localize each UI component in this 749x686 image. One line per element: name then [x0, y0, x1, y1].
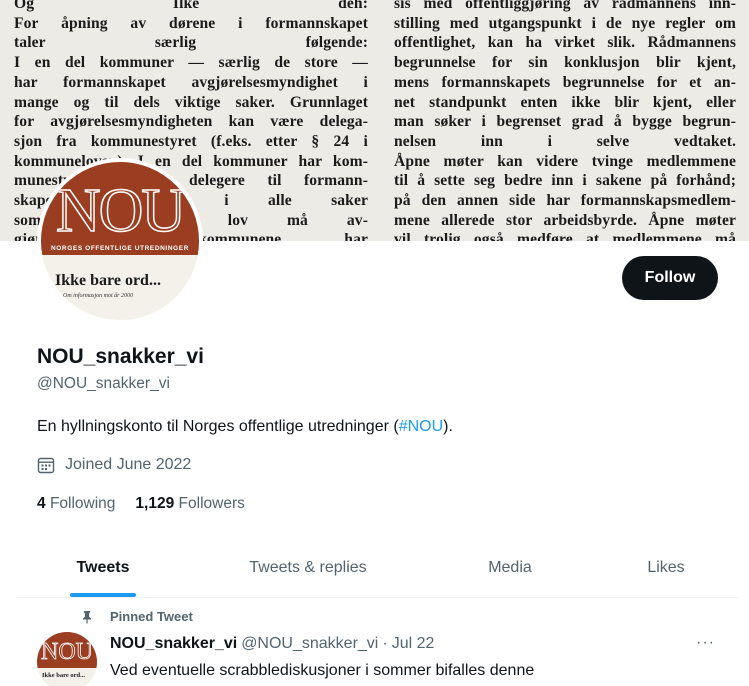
banner-left-line: taler særlig følgende:: [14, 34, 368, 52]
bio-hashtag-link[interactable]: #NOU: [399, 418, 443, 435]
tab-media[interactable]: Media: [427, 538, 593, 597]
following-label: Following: [49, 495, 116, 512]
banner-left-line: Og Ilke deh:: [14, 0, 368, 12]
tab-likes[interactable]: Likes: [593, 538, 739, 597]
profile-tabs: Tweets Tweets & replies Media Likes: [17, 538, 739, 598]
joined-date: Joined June 2022: [37, 456, 191, 474]
banner-left-line: for avgjørelsesmyndigheten kan være dele…: [14, 113, 368, 131]
tweet-author-handle[interactable]: @NOU_snakker_vi: [241, 635, 378, 653]
banner-right-line: stilling med utgangspunkt i de nye regle…: [394, 14, 736, 32]
pinned-tweet-label: Pinned Tweet: [80, 609, 193, 624]
tweet-separator: ·: [382, 635, 388, 652]
tab-tweets-and-replies[interactable]: Tweets & replies: [189, 538, 427, 597]
followers-count: 1,129: [135, 495, 175, 512]
banner-right-line: på den annen side har formannskapsmedlem…: [394, 192, 736, 210]
avatar-small-text: Om informasjon mot år 2000: [63, 293, 134, 299]
avatar-logo-subtitle: NORGES OFFENTLIGE UTREDNINGER: [50, 245, 189, 252]
avatar-motto: Ikke bare ord...: [55, 272, 161, 289]
tab-label: Media: [488, 558, 532, 576]
pinned-tweet-text: Pinned Tweet: [110, 609, 193, 624]
banner-left-line: mange og til dels viktige saker. Grunnla…: [14, 93, 368, 111]
banner-left-line: har formannskapet avgjørelsesmyndighet i: [14, 73, 368, 91]
joined-text: Joined June 2022: [65, 456, 192, 473]
banner-left-line: I en del kommuner — særlig de store —: [14, 54, 368, 72]
tweet-avatar-motto: Ikke bare ord...: [42, 672, 86, 679]
calendar-icon: [37, 457, 55, 474]
active-tab-indicator: [70, 593, 136, 597]
banner-right-line: til å sette seg bedre inn i sakene på fo…: [394, 172, 736, 190]
following-link[interactable]: 4 Following: [37, 495, 115, 513]
tweet-avatar[interactable]: NOU Ikke bare ord...: [37, 632, 97, 686]
banner-right-line: nelsen inn i selve vedtaket.: [394, 132, 736, 150]
profile-avatar[interactable]: NOU NORGES OFFENTLIGE UTREDNINGER Ikke b…: [37, 158, 203, 324]
avatar-logo-text: NOU: [55, 177, 187, 245]
tweet-text: Ved eventuelle scrabblediskusjoner i som…: [110, 662, 535, 679]
more-icon[interactable]: ···: [696, 634, 715, 652]
tweet-avatar-logo: NOU: [41, 639, 94, 666]
pin-icon: [83, 610, 91, 623]
banner-left-line: sjon fra kommunestyret (f.eks. etter § 2…: [14, 132, 368, 150]
follow-counts: 4 Following 1,129 Followers: [37, 495, 265, 513]
follow-button[interactable]: Follow: [622, 256, 718, 300]
banner-text-right: sis med offentliggjøring av rådmannens i…: [394, 0, 736, 241]
tab-tweets[interactable]: Tweets: [17, 538, 189, 597]
banner-left-line: For åpning av dørene i formannskapet: [14, 14, 368, 32]
bio-text-prefix: En hyllningskonto til Norges offentlige …: [37, 418, 399, 435]
bio-text-suffix: ).: [443, 418, 453, 435]
profile-handle: @NOU_snakker_vi: [37, 375, 170, 392]
display-name: NOU_snakker_vi: [37, 345, 204, 368]
banner-right-line: sis med offentliggjøring av rådmannens i…: [394, 0, 736, 12]
banner-right-line: Åpne møter kan videre tvinge medlemmene: [394, 152, 736, 170]
following-count: 4: [37, 495, 46, 512]
tab-label: Tweets & replies: [249, 558, 367, 576]
banner-right-line: offentlighet, kan ha virket slik. Rådman…: [394, 34, 736, 52]
tab-label: Likes: [647, 558, 685, 576]
banner-right-line: begrunnelse for sin konklusjon blir kjen…: [394, 54, 736, 72]
tweet-date[interactable]: Jul 22: [392, 635, 435, 653]
banner-right-line: mens formannskapets begrunnelse for et a…: [394, 73, 736, 91]
banner-right-line: vil trolig også medføre at medlemmene må: [394, 231, 736, 241]
banner-right-line: man søker i begrenset grad å bygge begru…: [394, 113, 736, 131]
banner-right-line: net standpunkt enten ikke blir kjent, el…: [394, 93, 736, 111]
followers-link[interactable]: 1,129 Followers: [135, 495, 244, 513]
tweet-author-name[interactable]: NOU_snakker_vi: [110, 635, 237, 653]
followers-label: Followers: [178, 495, 245, 512]
profile-bio: En hyllningskonto til Norges offentlige …: [37, 418, 453, 436]
tweet-header: NOU_snakker_vi @NOU_snakker_vi · Jul 22: [110, 635, 434, 653]
tab-label: Tweets: [76, 558, 130, 576]
banner-right-line: mene allerede stor arbeidsbyrde. Åpne mø…: [394, 211, 736, 229]
